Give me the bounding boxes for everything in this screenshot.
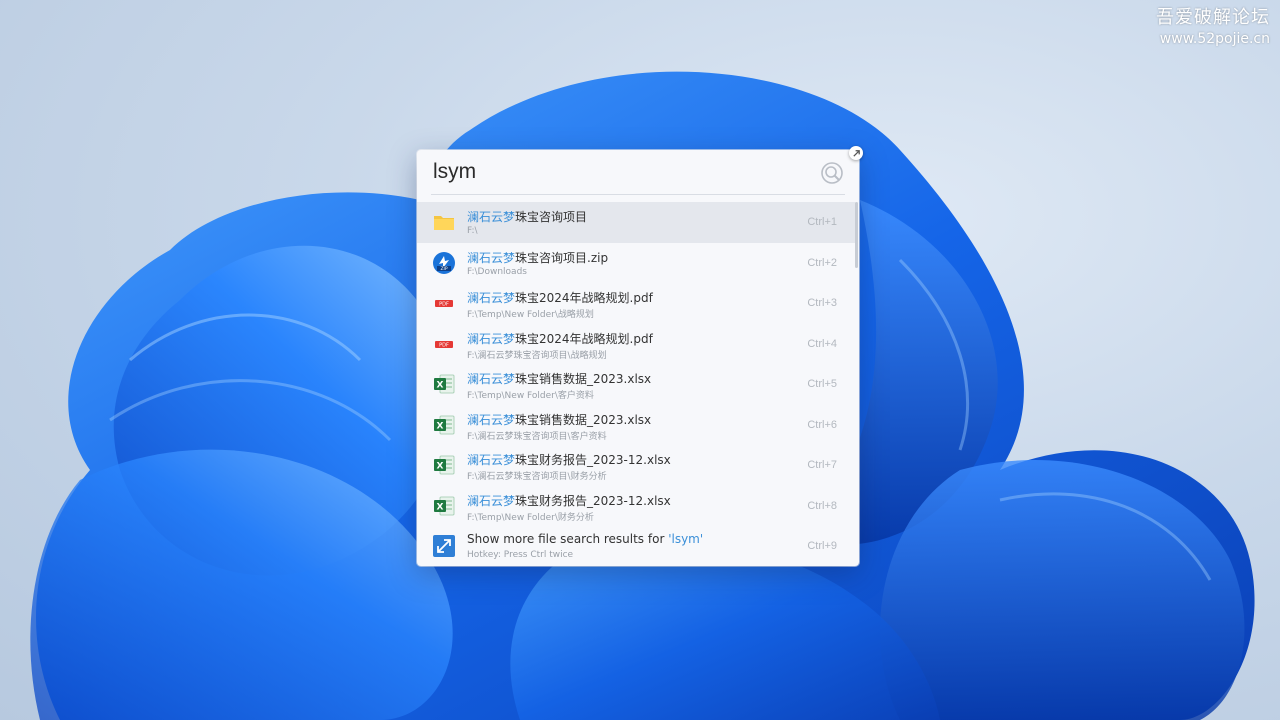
result-name: 澜石云梦珠宝咨询项目 [467,208,587,225]
result-name-rest: 珠宝咨询项目 [515,210,588,224]
search-icon[interactable] [819,160,845,186]
result-name-rest: 珠宝2024年战略规划.pdf [515,331,653,346]
expand-window-button[interactable] [849,146,863,160]
arrow-expand-icon [852,149,860,157]
svg-text:PDF: PDF [439,302,449,308]
pdf-icon: PDF [435,300,453,308]
results-list: 澜石云梦珠宝咨询项目 F:\ Ctrl+1 ZIP 澜石云梦珠宝咨询项目.zip… [417,202,855,566]
watermark-url: www.52pojie.cn [1159,31,1270,47]
result-name: 澜石云梦珠宝销售数据_2023.xlsx [467,370,651,387]
result-hotkey: Ctrl+1 [807,216,837,228]
show-more-prefix: Show more file search results for [467,532,669,546]
result-hotkey: Ctrl+4 [807,337,837,350]
watermark-title: 吾爱破解论坛 [1156,7,1270,28]
result-path: F:\ [467,226,478,236]
search-input[interactable] [431,158,815,186]
results-scrollbar[interactable] [855,202,858,268]
svg-text:X: X [437,502,444,512]
svg-text:X: X [437,421,444,431]
result-name-rest: 珠宝财务报告_2023-12.xlsx [515,493,671,508]
result-name-rest: 珠宝销售数据_2023.xlsx [515,412,652,427]
show-more-label: Show more file search results for 'lsym' [467,532,703,546]
result-name: 澜石云梦珠宝咨询项目.zip [467,249,608,266]
result-name: 澜石云梦珠宝财务报告_2023-12.xlsx [467,492,671,509]
excel-icon: X [434,374,455,394]
result-match: 澜石云梦 [467,372,516,386]
show-more-hotkey: Ctrl+9 [807,540,837,552]
result-row[interactable]: 澜石云梦珠宝咨询项目 F:\ Ctrl+1 [417,202,855,243]
show-more-hint: Hotkey: Press Ctrl twice [467,550,574,560]
result-hotkey: Ctrl+5 [807,378,837,390]
result-path: F:\Temp\New Folder\客户资料 [467,391,594,401]
search-bar [431,150,845,195]
folder-icon [434,216,454,230]
result-path: F:\澜石云梦珠宝咨询项目\客户资料 [467,431,607,442]
result-match: 澜石云梦 [467,453,516,467]
result-match: 澜石云梦 [467,331,516,346]
result-row[interactable]: X 澜石云梦珠宝财务报告_2023-12.xlsx F:\Temp\New Fo… [417,486,855,527]
result-match: 澜石云梦 [467,412,516,427]
result-path: F:\Downloads [467,266,527,277]
result-path: F:\Temp\New Folder\财务分析 [467,512,594,523]
result-row[interactable]: ZIP 澜石云梦珠宝咨询项目.zip F:\Downloads Ctrl+2 [417,243,855,284]
result-path: F:\澜石云梦珠宝咨询项目\战略规划 [467,350,607,361]
svg-text:X: X [437,381,444,391]
result-row[interactable]: X 澜石云梦珠宝销售数据_2023.xlsx F:\Temp\New Folde… [417,364,855,405]
result-name-rest: 珠宝2024年战略规划.pdf [515,291,653,305]
svg-text:ZIP: ZIP [440,266,447,272]
result-name-rest: 珠宝财务报告_2023-12.xlsx [515,453,671,467]
zip-icon: ZIP [433,251,455,274]
result-path: F:\Temp\New Folder\战略规划 [467,310,594,320]
pdf-icon: PDF [435,340,453,348]
excel-icon: X [434,415,455,434]
show-more-results-row[interactable]: Show more file search results for 'lsym'… [417,526,855,566]
result-row[interactable]: PDF 澜石云梦珠宝2024年战略规划.pdf F:\澜石云梦珠宝咨询项目\战略… [417,324,855,365]
forum-watermark: 吾爱破解论坛 www.52pojie.cn [1156,6,1270,48]
result-row[interactable]: X 澜石云梦珠宝销售数据_2023.xlsx F:\澜石云梦珠宝咨询项目\客户资… [417,405,855,446]
result-path: F:\澜石云梦珠宝咨询项目\财务分析 [467,472,607,482]
svg-text:X: X [437,462,444,472]
result-row[interactable]: X 澜石云梦珠宝财务报告_2023-12.xlsx F:\澜石云梦珠宝咨询项目\… [417,445,855,486]
result-name: 澜石云梦珠宝销售数据_2023.xlsx [467,411,651,428]
result-match: 澜石云梦 [467,250,516,265]
search-launcher-window: 澜石云梦珠宝咨询项目 F:\ Ctrl+1 ZIP 澜石云梦珠宝咨询项目.zip… [417,150,859,566]
result-name: 澜石云梦珠宝2024年战略规划.pdf [467,289,653,306]
result-name-rest: 珠宝咨询项目.zip [515,250,609,265]
result-match: 澜石云梦 [467,291,516,305]
result-name: 澜石云梦珠宝2024年战略规划.pdf [467,330,653,347]
excel-icon: X [434,496,455,515]
svg-text:PDF: PDF [439,342,449,348]
result-name-rest: 珠宝销售数据_2023.xlsx [515,372,652,386]
expand-icon [433,535,455,557]
result-hotkey: Ctrl+6 [807,418,837,431]
result-hotkey: Ctrl+3 [807,297,837,309]
result-hotkey: Ctrl+7 [807,459,837,471]
result-match: 澜石云梦 [467,210,516,224]
result-hotkey: Ctrl+2 [807,256,837,269]
result-match: 澜石云梦 [467,493,516,508]
result-row[interactable]: PDF 澜石云梦珠宝2024年战略规划.pdf F:\Temp\New Fold… [417,283,855,324]
excel-icon: X [434,455,455,475]
result-hotkey: Ctrl+8 [807,499,837,512]
result-name: 澜石云梦珠宝财务报告_2023-12.xlsx [467,451,671,468]
show-more-query: 'lsym' [668,532,704,546]
